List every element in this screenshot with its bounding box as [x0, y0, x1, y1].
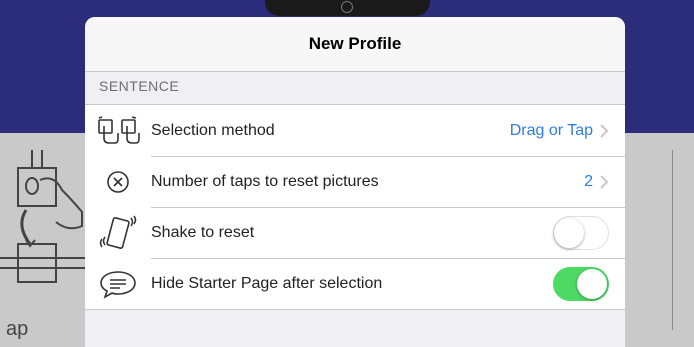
shake-phone-icon [85, 207, 151, 258]
background-caption: ap [6, 318, 29, 340]
background-divider [672, 150, 673, 330]
hide-starter-page-label: Hide Starter Page after selection [151, 274, 383, 292]
toggle-knob [554, 217, 584, 248]
speech-bubble-icon [85, 258, 151, 309]
selection-method-value: Drag or Tap [509, 121, 593, 139]
shake-to-reset-row: Shake to reset [85, 207, 625, 258]
settings-group: Selection method Drag or Tap Number of t… [85, 104, 625, 310]
close-circle-icon [85, 156, 151, 207]
new-profile-modal: New Profile SENTENCE Selection method Dr… [85, 17, 625, 347]
number-of-taps-value: 2 [584, 172, 593, 190]
modal-nav-bar: New Profile [85, 17, 625, 72]
number-of-taps-row[interactable]: Number of taps to reset pictures 2 [85, 156, 625, 207]
chevron-right-icon [600, 123, 609, 138]
shake-to-reset-label: Shake to reset [151, 223, 255, 241]
selection-method-label: Selection method [151, 121, 275, 139]
toggle-knob [577, 268, 607, 299]
selection-method-row[interactable]: Selection method Drag or Tap [85, 105, 625, 156]
drag-tap-icon [85, 105, 151, 156]
number-of-taps-label: Number of taps to reset pictures [151, 172, 379, 190]
section-header: SENTENCE [99, 78, 180, 94]
hide-starter-page-row: Hide Starter Page after selection [85, 258, 625, 309]
camera-icon [341, 1, 353, 13]
hide-starter-page-toggle[interactable] [553, 266, 609, 301]
tap-illustration-icon [0, 150, 85, 283]
modal-title: New Profile [308, 34, 402, 53]
shake-to-reset-toggle[interactable] [553, 215, 609, 250]
chevron-right-icon [600, 174, 609, 189]
